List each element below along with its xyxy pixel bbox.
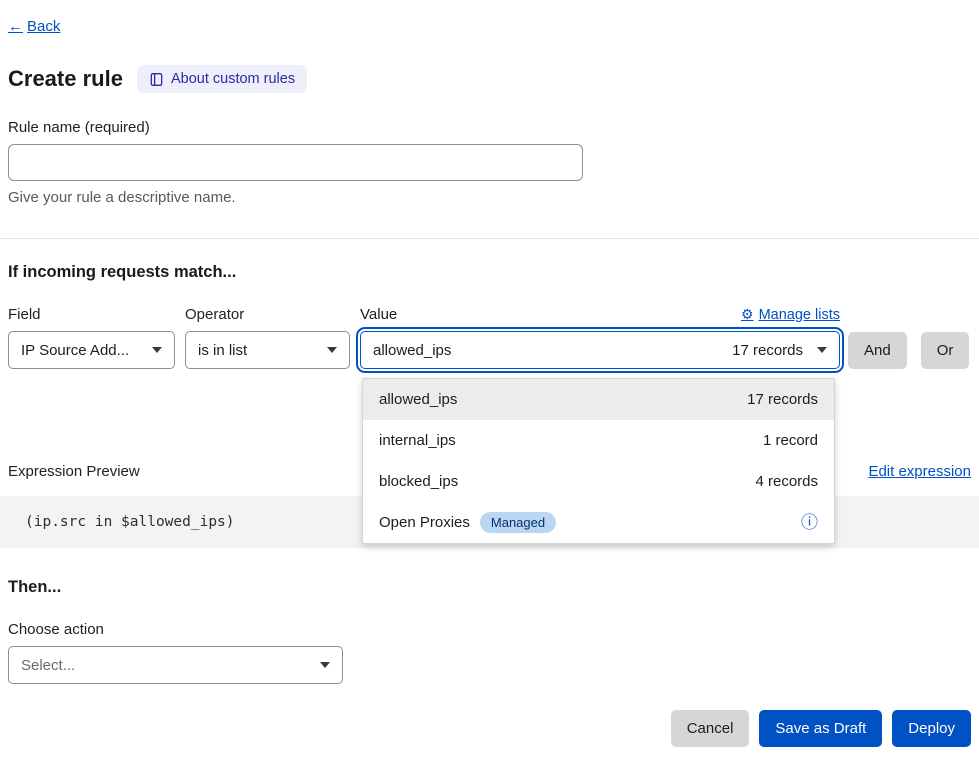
field-column: Field IP Source Add... bbox=[8, 306, 175, 369]
expression-code: (ip.src in $allowed_ips) bbox=[25, 514, 235, 530]
or-button[interactable]: Or bbox=[921, 332, 970, 369]
expression-preview-label: Expression Preview bbox=[8, 463, 140, 480]
chevron-down-icon bbox=[327, 347, 337, 353]
footer-buttons: Cancel Save as Draft Deploy bbox=[8, 710, 971, 747]
then-section-heading: Then... bbox=[8, 578, 971, 597]
rule-name-group: Rule name (required) Give your rule a de… bbox=[8, 119, 971, 206]
operator-select-value: is in list bbox=[198, 342, 247, 359]
match-section-heading: If incoming requests match... bbox=[8, 263, 971, 282]
chevron-down-icon bbox=[152, 347, 162, 353]
back-label: Back bbox=[27, 18, 60, 35]
list-option-name: internal_ips bbox=[379, 432, 456, 449]
deploy-button[interactable]: Deploy bbox=[892, 710, 971, 747]
list-option-meta: 4 records bbox=[755, 473, 818, 490]
match-row: Field IP Source Add... Operator is in li… bbox=[8, 306, 971, 369]
page-title: Create rule bbox=[8, 66, 123, 92]
list-option-name: Open Proxies bbox=[379, 514, 470, 531]
value-column: Value ⚙ Manage lists allowed_ips 17 recor… bbox=[360, 306, 840, 369]
about-custom-rules-link[interactable]: About custom rules bbox=[137, 65, 307, 93]
action-select-placeholder: Select... bbox=[21, 657, 75, 674]
rule-name-label: Rule name (required) bbox=[8, 119, 971, 136]
value-select[interactable]: allowed_ips 17 records bbox=[360, 331, 840, 369]
info-icon[interactable]: ⓘ bbox=[801, 514, 818, 531]
back-link[interactable]: ←Back bbox=[8, 18, 60, 35]
list-option-name: blocked_ips bbox=[379, 473, 458, 490]
managed-badge: Managed bbox=[480, 512, 556, 533]
value-label-row: Value ⚙ Manage lists bbox=[360, 306, 840, 323]
save-as-draft-button[interactable]: Save as Draft bbox=[759, 710, 882, 747]
gear-icon: ⚙ bbox=[741, 306, 754, 323]
book-icon bbox=[149, 72, 164, 87]
rule-name-help: Give your rule a descriptive name. bbox=[8, 189, 971, 206]
list-option-open-proxies[interactable]: Open Proxies Managed ⓘ bbox=[363, 502, 834, 543]
list-option-allowed-ips[interactable]: allowed_ips 17 records bbox=[363, 379, 834, 420]
section-divider bbox=[0, 238, 979, 239]
choose-action-label: Choose action bbox=[8, 621, 971, 638]
cancel-button[interactable]: Cancel bbox=[671, 710, 750, 747]
rule-name-input[interactable] bbox=[8, 144, 583, 181]
chevron-down-icon bbox=[817, 347, 827, 353]
list-option-meta: 1 record bbox=[763, 432, 818, 449]
operator-column: Operator is in list bbox=[185, 306, 350, 369]
about-custom-rules-label: About custom rules bbox=[171, 71, 295, 87]
list-option-meta: 17 records bbox=[747, 391, 818, 408]
create-rule-page: ←Back Create rule About custom rules Rul… bbox=[0, 0, 979, 767]
action-select[interactable]: Select... bbox=[8, 646, 343, 684]
edit-expression-link[interactable]: Edit expression bbox=[868, 463, 971, 480]
value-select-value: allowed_ips bbox=[373, 342, 451, 359]
value-select-meta: 17 records bbox=[732, 342, 803, 359]
list-dropdown-menu: allowed_ips 17 records internal_ips 1 re… bbox=[362, 378, 835, 544]
manage-lists-label: Manage lists bbox=[759, 307, 840, 323]
list-option-internal-ips[interactable]: internal_ips 1 record bbox=[363, 420, 834, 461]
operator-select[interactable]: is in list bbox=[185, 331, 350, 369]
value-label: Value bbox=[360, 306, 397, 323]
and-button[interactable]: And bbox=[848, 332, 907, 369]
manage-lists-link[interactable]: ⚙ Manage lists bbox=[741, 306, 840, 323]
operator-label: Operator bbox=[185, 306, 350, 323]
list-option-blocked-ips[interactable]: blocked_ips 4 records bbox=[363, 461, 834, 502]
logic-buttons: And Or bbox=[848, 332, 969, 369]
list-option-name: allowed_ips bbox=[379, 391, 457, 408]
title-row: Create rule About custom rules bbox=[8, 65, 971, 93]
chevron-down-icon bbox=[320, 662, 330, 668]
field-select-value: IP Source Add... bbox=[21, 342, 129, 359]
field-select[interactable]: IP Source Add... bbox=[8, 331, 175, 369]
field-label: Field bbox=[8, 306, 175, 323]
back-arrow-icon: ← bbox=[8, 18, 23, 35]
